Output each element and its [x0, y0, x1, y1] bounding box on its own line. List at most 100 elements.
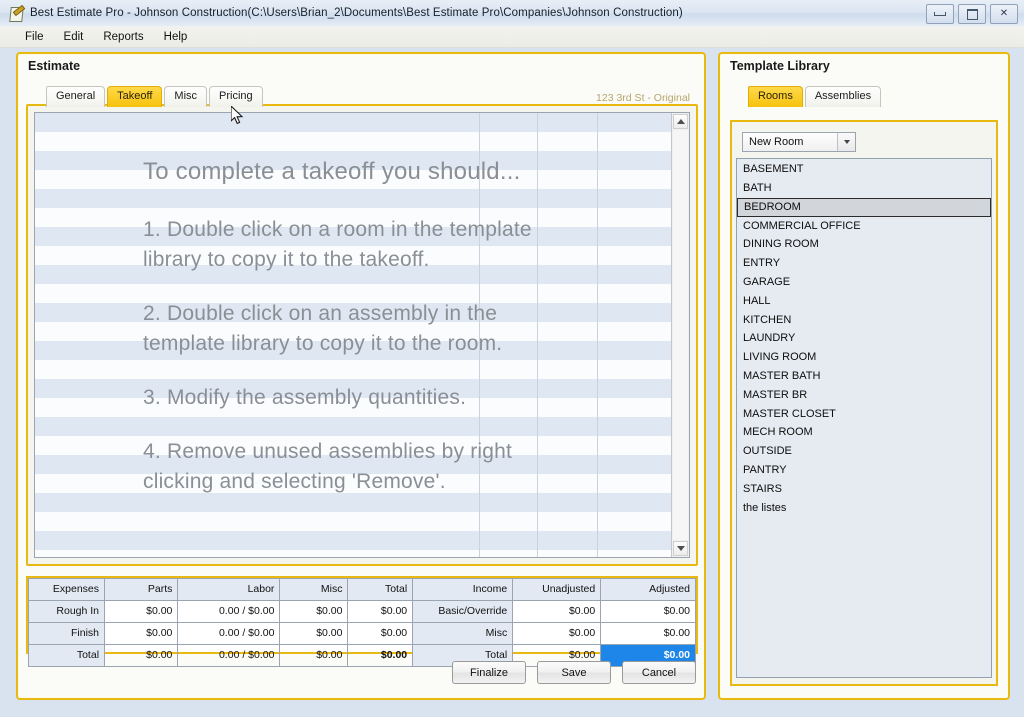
cell-rough-in-total[interactable]: $0.00: [347, 600, 414, 623]
tab-pricing[interactable]: Pricing: [209, 86, 263, 107]
room-list-item[interactable]: LAUNDRY: [737, 329, 991, 348]
cancel-button[interactable]: Cancel: [622, 661, 696, 684]
room-list-item[interactable]: BATH: [737, 179, 991, 198]
row-label-finish: Finish: [27, 622, 106, 645]
totals-header-row: Expenses Parts Labor Misc Total Income U…: [27, 578, 696, 601]
cell-total-parts[interactable]: $0.00: [104, 644, 179, 667]
library-panel-title: Template Library: [730, 59, 830, 73]
table-row[interactable]: Rough In $0.00 0.00 / $0.00 $0.00 $0.00 …: [27, 600, 696, 623]
scroll-up-arrow-icon[interactable]: [673, 114, 688, 129]
menu-bar: File Edit Reports Help: [0, 26, 1024, 48]
room-list-item[interactable]: MASTER CLOSET: [737, 405, 991, 424]
takeoff-instructions: To complete a takeoff you should... 1. D…: [35, 113, 689, 557]
takeoff-tab-panel: To complete a takeoff you should... 1. D…: [26, 104, 698, 566]
table-row[interactable]: Finish $0.00 0.00 / $0.00 $0.00 $0.00 Mi…: [27, 622, 696, 645]
row-label-rough-in: Rough In: [27, 600, 106, 623]
takeoff-step-4: 4. Remove unused assemblies by right cli…: [143, 440, 513, 493]
takeoff-vertical-scrollbar[interactable]: [671, 113, 689, 557]
cell-basic-override-unadjusted[interactable]: $0.00: [512, 600, 602, 623]
cell-rough-in-labor[interactable]: 0.00 / $0.00: [177, 600, 281, 623]
room-list-item[interactable]: the listes: [737, 499, 991, 518]
menu-reports[interactable]: Reports: [94, 29, 152, 45]
new-room-dropdown[interactable]: New Room: [742, 132, 856, 152]
room-list-item[interactable]: COMMERCIAL OFFICE: [737, 217, 991, 236]
header-labor: Labor: [177, 578, 281, 601]
header-income: Income: [412, 578, 514, 601]
scrollbar-track[interactable]: [673, 130, 688, 540]
room-list-item[interactable]: PANTRY: [737, 461, 991, 480]
cell-basic-override-adjusted[interactable]: $0.00: [600, 600, 696, 623]
room-list-item[interactable]: BASEMENT: [737, 160, 991, 179]
estimate-tabstrip: General Takeoff Misc Pricing: [46, 86, 265, 107]
header-total: Total: [347, 578, 414, 601]
room-list-item[interactable]: OUTSIDE: [737, 442, 991, 461]
scroll-down-arrow-icon[interactable]: [673, 541, 688, 556]
totals-table-container: Expenses Parts Labor Misc Total Income U…: [26, 576, 698, 667]
title-bar: Best Estimate Pro - Johnson Construction…: [0, 0, 1024, 27]
room-list-item[interactable]: STAIRS: [737, 480, 991, 499]
room-list-item[interactable]: HALL: [737, 292, 991, 311]
library-tabstrip: Rooms Assemblies: [748, 86, 883, 107]
close-button[interactable]: ✕: [990, 4, 1018, 24]
room-list-item[interactable]: DINING ROOM: [737, 235, 991, 254]
room-list-item[interactable]: MECH ROOM: [737, 423, 991, 442]
menu-file[interactable]: File: [16, 29, 53, 45]
row-label-total: Total: [27, 644, 106, 667]
tab-rooms[interactable]: Rooms: [748, 86, 803, 107]
cell-finish-labor[interactable]: 0.00 / $0.00: [177, 622, 281, 645]
room-list-item[interactable]: GARAGE: [737, 273, 991, 292]
room-list-item[interactable]: ENTRY: [737, 254, 991, 273]
room-list-item[interactable]: BEDROOM: [737, 197, 991, 217]
cell-rough-in-parts[interactable]: $0.00: [104, 600, 179, 623]
tab-misc[interactable]: Misc: [164, 86, 208, 107]
document-pen-icon: [8, 4, 26, 22]
estimate-panel-title: Estimate: [28, 59, 81, 73]
header-adjusted: Adjusted: [600, 578, 696, 601]
tab-assemblies[interactable]: Assemblies: [804, 86, 882, 107]
room-list-item[interactable]: LIVING ROOM: [737, 348, 991, 367]
row-label-basic-override: Basic/Override: [412, 600, 514, 623]
menu-edit[interactable]: Edit: [55, 29, 93, 45]
window-controls: ✕: [926, 4, 1018, 24]
header-unadjusted: Unadjusted: [512, 578, 602, 601]
mouse-cursor-icon: [231, 106, 244, 125]
action-buttons: Finalize Save Cancel: [452, 661, 696, 684]
room-template-list[interactable]: BASEMENT BATH BEDROOM COMMERCIAL OFFICE DINI…: [736, 158, 992, 678]
finalize-button[interactable]: Finalize: [452, 661, 526, 684]
cell-total-labor[interactable]: 0.00 / $0.00: [177, 644, 281, 667]
tab-takeoff[interactable]: Takeoff: [107, 86, 163, 107]
tab-general[interactable]: General: [46, 86, 106, 107]
cell-total-total[interactable]: $0.00: [347, 644, 414, 667]
room-list-item[interactable]: MASTER BATH: [737, 367, 991, 386]
row-label-income-misc: Misc: [412, 622, 514, 645]
takeoff-step-2: 2. Double click on an assembly in the te…: [143, 302, 503, 355]
cell-income-misc-adjusted[interactable]: $0.00: [600, 622, 696, 645]
application-window: Best Estimate Pro - Johnson Construction…: [0, 0, 1024, 717]
totals-table: Expenses Parts Labor Misc Total Income U…: [27, 578, 696, 667]
estimate-context-label: 123 3rd St - Original: [596, 92, 690, 104]
maximize-button[interactable]: [958, 4, 986, 24]
cell-finish-misc[interactable]: $0.00: [279, 622, 349, 645]
cell-rough-in-misc[interactable]: $0.00: [279, 600, 349, 623]
window-title: Best Estimate Pro - Johnson Construction…: [30, 7, 683, 19]
new-room-dropdown-value: New Room: [749, 136, 804, 148]
template-library-panel: Template Library Rooms Assemblies New Ro…: [718, 52, 1010, 700]
minimize-button[interactable]: [926, 4, 954, 24]
takeoff-step-3: 3. Modify the assembly quantities.: [143, 386, 467, 409]
room-list-item[interactable]: MASTER BR: [737, 386, 991, 405]
cell-income-misc-unadjusted[interactable]: $0.00: [512, 622, 602, 645]
chevron-down-icon[interactable]: [837, 133, 855, 151]
room-list-item[interactable]: KITCHEN: [737, 311, 991, 330]
cell-total-misc[interactable]: $0.00: [279, 644, 349, 667]
save-button[interactable]: Save: [537, 661, 611, 684]
header-misc: Misc: [279, 578, 349, 601]
header-parts: Parts: [104, 578, 179, 601]
cell-finish-parts[interactable]: $0.00: [104, 622, 179, 645]
header-expenses: Expenses: [27, 578, 106, 601]
rooms-tab-panel: New Room BASEMENT BATH BEDROOM COMMERCIAL O…: [730, 120, 998, 686]
menu-help[interactable]: Help: [155, 29, 197, 45]
cell-finish-total[interactable]: $0.00: [347, 622, 414, 645]
takeoff-step-1: 1. Double click on a room in the templat…: [143, 218, 532, 271]
takeoff-instructions-heading: To complete a takeoff you should...: [143, 158, 521, 185]
takeoff-grid[interactable]: To complete a takeoff you should... 1. D…: [34, 112, 690, 558]
